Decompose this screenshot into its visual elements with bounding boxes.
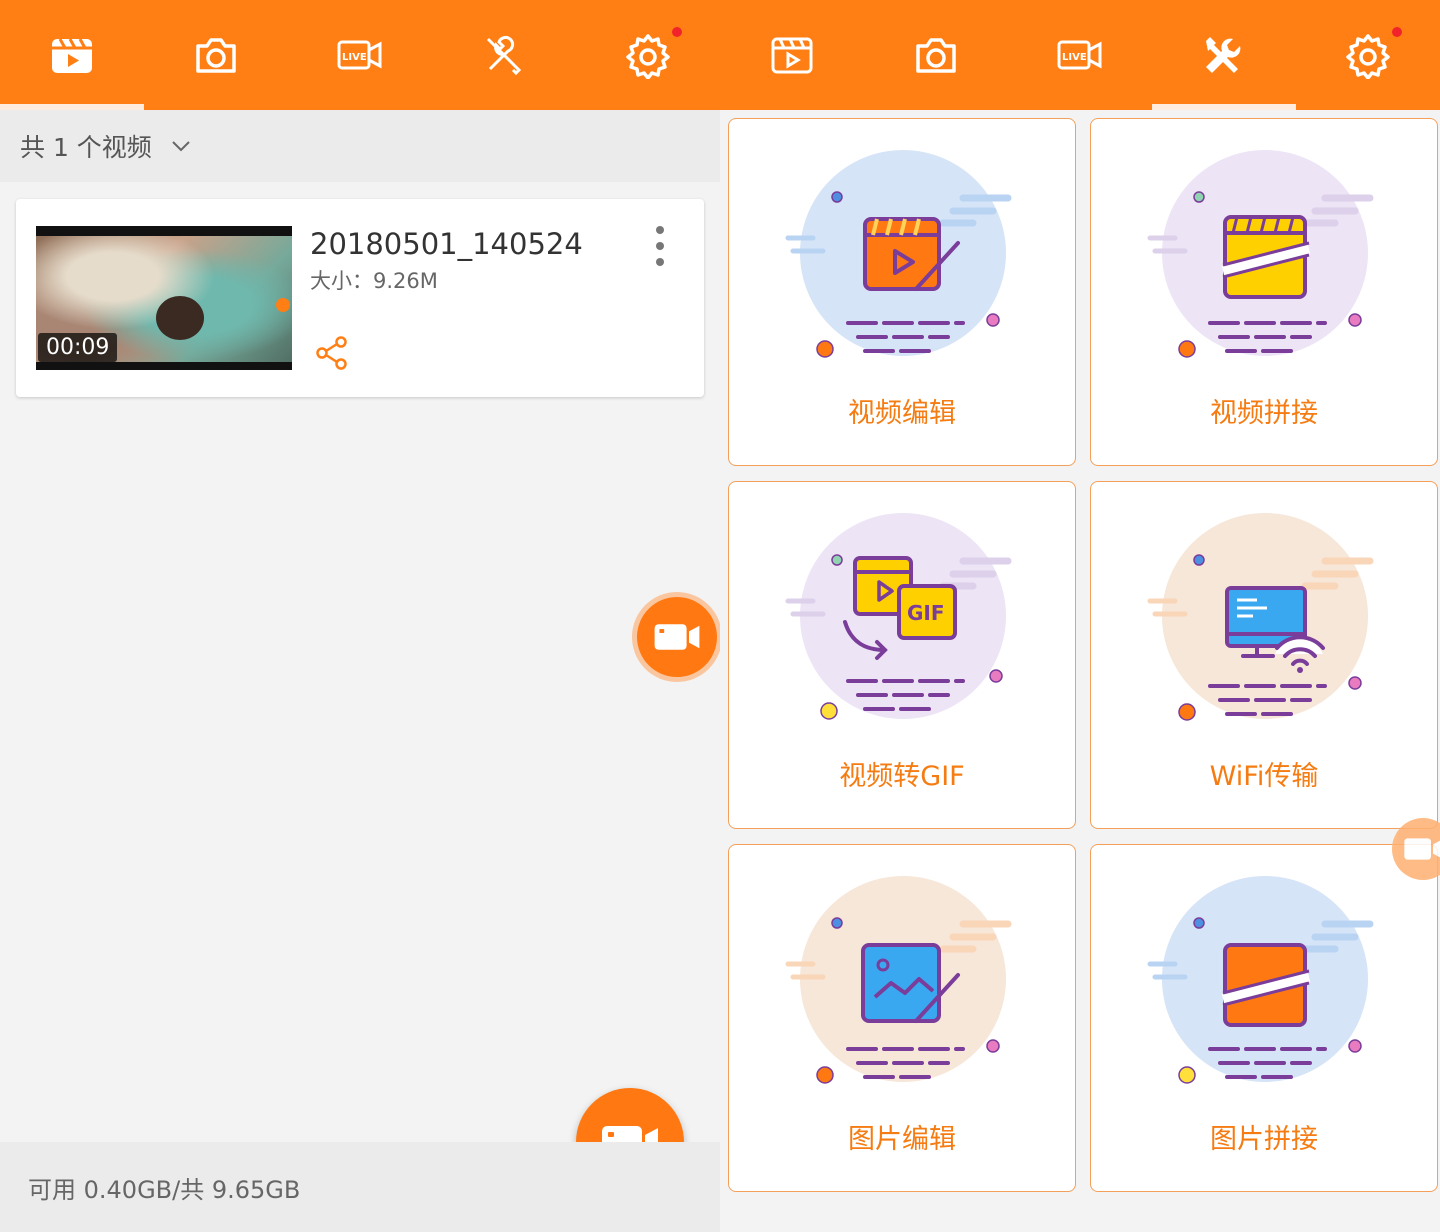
- tool-label: 图片拼接: [1210, 1124, 1318, 1155]
- tab-camera[interactable]: [864, 0, 1008, 110]
- tab-video-library[interactable]: [720, 0, 864, 110]
- tool-wifi-transfer[interactable]: WiFi传输: [1090, 481, 1438, 829]
- tab-tools[interactable]: [432, 0, 576, 110]
- video-title: 20180501_140524: [310, 227, 583, 261]
- tools-icon: [1206, 37, 1241, 73]
- video-size: 大小：9.26M: [310, 269, 438, 293]
- video-library-icon: [52, 38, 92, 73]
- tab-camera[interactable]: [144, 0, 288, 110]
- live-stream-icon: LIVE: [337, 40, 382, 70]
- svg-text:GIF: GIF: [907, 601, 945, 625]
- tab-settings[interactable]: [1296, 0, 1440, 110]
- tools-icon: [486, 35, 522, 76]
- video-duration: 00:09: [38, 333, 118, 362]
- tool-label: WiFi传输: [1209, 761, 1319, 792]
- top-tab-bar: LIVE: [720, 0, 1440, 110]
- floating-record-button[interactable]: [637, 597, 717, 677]
- image-edit-icon: [785, 876, 1012, 1084]
- top-tab-bar: LIVE: [0, 0, 720, 110]
- tool-image-edit[interactable]: 图片编辑: [728, 844, 1076, 1192]
- tab-video-library[interactable]: [0, 0, 144, 110]
- video-thumbnail[interactable]: 00:09: [36, 226, 292, 370]
- live-stream-icon: LIVE: [1057, 40, 1102, 70]
- tool-image-merge[interactable]: 图片拼接: [1090, 844, 1438, 1192]
- tool-video-edit[interactable]: 视频编辑: [728, 118, 1076, 466]
- video-count-selector[interactable]: 共 1 个视频: [0, 110, 720, 182]
- camera-icon: [916, 38, 956, 73]
- video-count-label: 共 1 个视频: [20, 133, 152, 162]
- more-options-icon[interactable]: [650, 224, 670, 268]
- svg-text:LIVE: LIVE: [342, 52, 367, 63]
- video-to-gif-icon: GIF: [785, 513, 1012, 720]
- tools-screen: LIVE 视频编辑 视频拼接 GIF 视频转GIF WiFi传输 图片编辑 图片…: [720, 0, 1440, 1232]
- image-merge-icon: [1147, 876, 1374, 1084]
- tab-settings[interactable]: [576, 0, 720, 110]
- storage-status: 可用 0.40GB/共 9.65GB: [0, 1142, 720, 1232]
- notification-dot: [672, 27, 682, 37]
- camera-icon: [196, 38, 236, 73]
- storage-label: 可用 0.40GB/共 9.65GB: [28, 1175, 301, 1204]
- tool-label: 视频拼接: [1210, 398, 1318, 429]
- tab-live[interactable]: LIVE: [1008, 0, 1152, 110]
- svg-text:LIVE: LIVE: [1062, 52, 1087, 63]
- tool-video-merge[interactable]: 视频拼接: [1090, 118, 1438, 466]
- tab-tools[interactable]: [1152, 0, 1296, 110]
- share-icon[interactable]: [314, 335, 350, 371]
- settings-icon: [1346, 34, 1390, 79]
- active-tab-indicator: [1152, 104, 1296, 110]
- tool-video-to-gif[interactable]: GIF 视频转GIF: [728, 481, 1076, 829]
- video-camera-icon: [1404, 838, 1440, 860]
- video-merge-icon: [1147, 150, 1374, 358]
- video-card[interactable]: 00:09 20180501_140524 大小：9.26M: [16, 199, 704, 397]
- chevron-down-icon: [172, 141, 190, 152]
- tool-label: 图片编辑: [848, 1124, 956, 1155]
- tool-label: 视频编辑: [848, 398, 956, 429]
- settings-icon: [626, 34, 670, 79]
- tab-live[interactable]: LIVE: [288, 0, 432, 110]
- video-camera-icon: [654, 624, 700, 650]
- tool-label: 视频转GIF: [839, 761, 965, 792]
- video-library-icon: [771, 37, 813, 74]
- video-edit-icon: [785, 150, 1012, 358]
- wifi-transfer-icon: [1147, 513, 1374, 721]
- video-list-screen: LIVE 共 1 个视频 00:09 20180501_140524 大小：9.…: [0, 0, 720, 1232]
- notification-dot: [1392, 27, 1402, 37]
